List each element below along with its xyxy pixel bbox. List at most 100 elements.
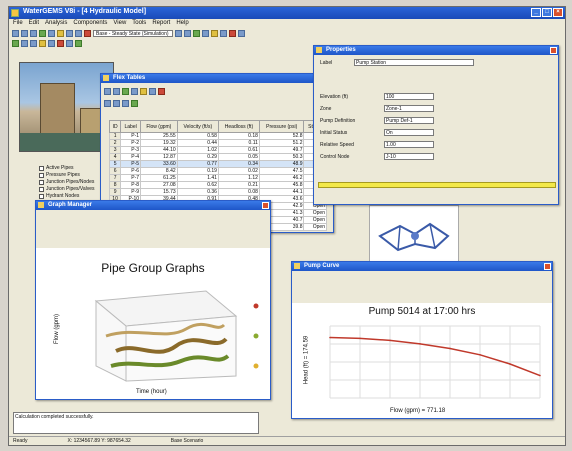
table-cell[interactable]: P-7	[120, 174, 142, 182]
filter-icon[interactable]	[66, 39, 73, 47]
table-cell[interactable]: 1.41	[176, 174, 219, 182]
close-icon[interactable]	[262, 202, 269, 209]
table-cell[interactable]: 27.08	[140, 181, 178, 189]
find-icon[interactable]	[57, 29, 64, 37]
col-header[interactable]: ID	[108, 120, 122, 133]
redo-icon[interactable]	[75, 29, 82, 37]
next-icon[interactable]	[122, 99, 129, 107]
table-row[interactable]: 8P-827.080.620.2145.8Open	[108, 181, 327, 189]
table-cell[interactable]: P-5	[120, 160, 142, 168]
checkbox[interactable]	[39, 187, 44, 192]
close-icon[interactable]	[544, 263, 551, 270]
table-cell[interactable]: 0.11	[217, 139, 260, 147]
undo-icon[interactable]	[66, 29, 73, 37]
table-cell[interactable]: 0.19	[176, 167, 219, 175]
table-cell[interactable]: 45.8	[258, 181, 305, 189]
table-cell[interactable]: 15.73	[140, 188, 178, 196]
menu-help[interactable]: Help	[176, 20, 188, 27]
select-icon[interactable]	[202, 29, 209, 37]
table-row[interactable]: 3P-344.101.020.6149.7Open	[108, 146, 327, 154]
table-row[interactable]: 6P-68.420.190.0247.5Open	[108, 167, 327, 175]
table-cell[interactable]: 0.44	[176, 139, 219, 147]
stop-icon[interactable]	[84, 29, 91, 37]
close-button[interactable]: ×	[553, 8, 563, 17]
row-index[interactable]: 3	[108, 146, 122, 154]
find-icon[interactable]	[131, 99, 138, 107]
zoom-out-icon[interactable]	[184, 29, 191, 37]
row-index[interactable]: 1	[108, 132, 122, 140]
table-cell[interactable]: 1.12	[217, 174, 260, 182]
zoom-icon[interactable]	[149, 87, 156, 95]
table-cell[interactable]: P-9	[120, 188, 142, 196]
checkbox[interactable]	[39, 180, 44, 185]
pan-icon[interactable]	[193, 29, 200, 37]
table-cell[interactable]: P-6	[120, 167, 142, 175]
zoom-in-icon[interactable]	[175, 29, 182, 37]
table-cell[interactable]: 0.21	[217, 181, 260, 189]
table-cell[interactable]: 0.02	[217, 167, 260, 175]
checkbox[interactable]	[39, 173, 44, 178]
table-cell[interactable]: P-1	[120, 132, 142, 140]
row-index[interactable]: 8	[108, 181, 122, 189]
table-row[interactable]: 1P-125.550.580.1852.8Open	[108, 132, 327, 140]
minimize-button[interactable]: _	[531, 8, 541, 17]
alert-icon[interactable]	[57, 39, 64, 47]
row-index[interactable]: 4	[108, 153, 122, 161]
report-icon[interactable]	[39, 39, 46, 47]
label-field[interactable]: Pump Station	[354, 59, 474, 66]
speed-field[interactable]: 1.00	[384, 141, 434, 148]
scenario-select[interactable]: Base - Steady State (Simulation)	[93, 29, 173, 37]
col-header[interactable]: Headloss (ft)	[217, 120, 260, 133]
table-cell[interactable]: 25.55	[140, 132, 178, 140]
table-cell[interactable]: 0.05	[217, 153, 260, 161]
table-cell[interactable]: 0.58	[176, 132, 219, 140]
junction-icon[interactable]	[220, 29, 227, 37]
table-cell[interactable]: 44.10	[140, 146, 178, 154]
table-cell[interactable]: 50.3	[258, 153, 305, 161]
tank-icon[interactable]	[229, 29, 236, 37]
table-cell[interactable]: 33.60	[140, 160, 178, 168]
table-cell[interactable]: P-8	[120, 181, 142, 189]
status-field[interactable]: On	[384, 129, 434, 136]
pump-titlebar[interactable]: Pump Curve	[292, 262, 552, 271]
row-index[interactable]: 2	[108, 139, 122, 147]
table-cell[interactable]: 47.5	[258, 167, 305, 175]
table-row[interactable]: 5P-533.600.770.3448.9Open	[108, 160, 327, 168]
checkbox[interactable]	[39, 166, 44, 171]
table-cell[interactable]: Open	[303, 209, 327, 217]
col-header[interactable]: Label	[120, 120, 142, 133]
export-icon[interactable]	[122, 87, 129, 95]
table-cell[interactable]: 61.25	[140, 174, 178, 182]
table-cell[interactable]: 46.2	[258, 174, 305, 182]
table-row[interactable]: 9P-915.730.360.0844.1Open	[108, 188, 327, 196]
table-cell[interactable]: Open	[303, 216, 327, 224]
maximize-button[interactable]: □	[542, 8, 552, 17]
table-cell[interactable]: P-2	[120, 139, 142, 147]
table-row[interactable]: 4P-412.870.290.0550.3Open	[108, 153, 327, 161]
table-cell[interactable]: 12.87	[140, 153, 178, 161]
table-cell[interactable]: 0.61	[217, 146, 260, 154]
new-icon[interactable]	[12, 29, 19, 37]
control-node-field[interactable]: J-10	[384, 153, 434, 160]
table-row[interactable]: 2P-219.320.440.1151.2Open	[108, 139, 327, 147]
col-header[interactable]: Flow (gpm)	[140, 120, 178, 133]
table-row[interactable]: 7P-761.251.411.1246.2Open	[108, 174, 327, 182]
table-cell[interactable]: 1.02	[176, 146, 219, 154]
menu-report[interactable]: Report	[152, 20, 170, 27]
col-header[interactable]: Velocity (ft/s)	[176, 120, 219, 133]
table-cell[interactable]: 0.29	[176, 153, 219, 161]
menu-view[interactable]: View	[113, 20, 126, 27]
delete-icon[interactable]	[158, 87, 165, 95]
table-cell[interactable]: 0.34	[217, 160, 260, 168]
pump-def-field[interactable]: Pump Def-1	[384, 117, 434, 124]
filter-icon[interactable]	[113, 87, 120, 95]
table-cell[interactable]: 44.1	[258, 188, 305, 196]
save-icon[interactable]	[30, 29, 37, 37]
table-cell[interactable]: 49.7	[258, 146, 305, 154]
first-icon[interactable]	[104, 99, 111, 107]
table-cell[interactable]: 48.9	[258, 160, 305, 168]
edit-icon[interactable]	[140, 87, 147, 95]
compute-icon[interactable]	[39, 29, 46, 37]
print-icon[interactable]	[48, 29, 55, 37]
table-cell[interactable]: 51.2	[258, 139, 305, 147]
